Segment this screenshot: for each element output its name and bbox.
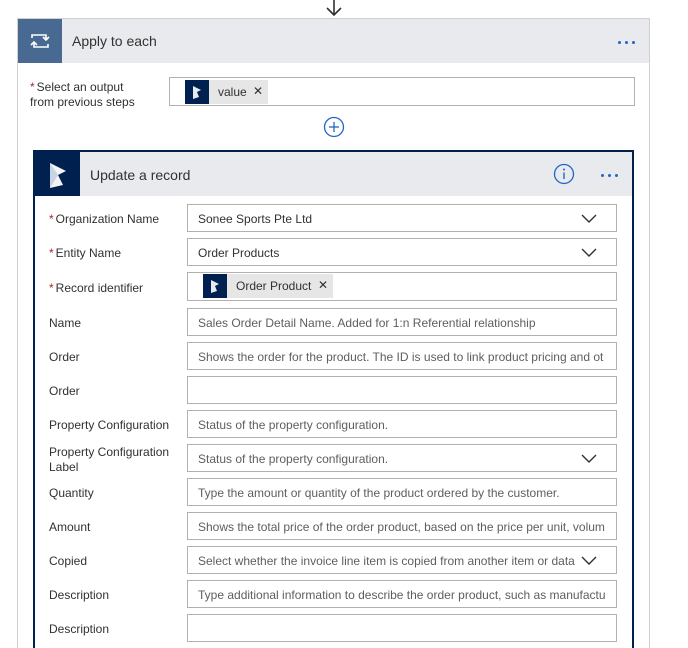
order-type-field[interactable] (187, 376, 617, 404)
more-options-icon[interactable] (601, 174, 622, 177)
chevron-down-icon (581, 454, 597, 463)
close-icon[interactable]: ✕ (253, 84, 263, 98)
description-2-field[interactable] (187, 614, 617, 642)
dynamics-icon (203, 274, 227, 298)
entity-name-label: * Entity Name (49, 246, 122, 260)
value-token[interactable]: value ✕ (185, 80, 268, 104)
down-arrow-icon (326, 0, 342, 17)
amount-label: Amount (49, 520, 91, 534)
order-field[interactable]: Shows the order for the product. The ID … (187, 342, 617, 370)
dynamics-icon (35, 152, 80, 196)
dynamics-icon (185, 80, 209, 104)
description-field[interactable]: Type additional information to describe … (187, 580, 617, 608)
add-step-icon[interactable] (323, 116, 345, 138)
update-record-header[interactable]: Update a record (35, 152, 632, 196)
apply-to-each-header[interactable]: Apply to each (18, 19, 649, 63)
name-field[interactable]: Sales Order Detail Name. Added for 1:n R… (187, 308, 617, 336)
record-identifier-label: * Record identifier (49, 281, 144, 295)
property-configuration-label-dropdown[interactable]: Status of the property configuration. (187, 444, 617, 472)
more-options-icon[interactable] (618, 41, 639, 44)
amount-field[interactable]: Shows the total price of the order produ… (187, 512, 617, 540)
loop-icon (18, 19, 62, 63)
organization-name-dropdown[interactable]: Sonee Sports Pte Ltd (187, 204, 617, 232)
order-label: Order (49, 350, 80, 364)
property-configuration-field[interactable]: Status of the property configuration. (187, 410, 617, 438)
order-type-label: Order (49, 384, 80, 398)
copied-label: Copied (49, 554, 88, 568)
apply-to-each-title: Apply to each (72, 33, 157, 49)
property-configuration-label-label: Property Configuration Label (49, 445, 170, 474)
copied-dropdown[interactable]: Select whether the invoice line item is … (187, 546, 617, 574)
info-icon[interactable] (553, 163, 575, 185)
organization-name-label: * Organization Name (49, 212, 160, 226)
quantity-field[interactable]: Type the amount or quantity of the produ… (187, 478, 617, 506)
description-2-label: Description (49, 622, 110, 636)
update-record-title: Update a record (90, 167, 191, 183)
output-label: * Select an output from previous steps (30, 80, 135, 109)
chevron-down-icon (581, 248, 597, 257)
property-configuration-label: Property Configuration (49, 418, 170, 432)
close-icon[interactable]: ✕ (318, 278, 328, 292)
output-input[interactable]: value ✕ (169, 77, 635, 106)
quantity-label: Quantity (49, 486, 94, 500)
flow-designer-canvas: Apply to each * Select an output from pre… (0, 0, 688, 648)
description-label: Description (49, 588, 110, 602)
name-label: Name (49, 316, 82, 330)
entity-name-dropdown[interactable]: Order Products (187, 238, 617, 266)
order-product-token[interactable]: Order Product ✕ (203, 274, 333, 298)
record-identifier-input[interactable]: Order Product ✕ (187, 272, 617, 301)
chevron-down-icon (581, 556, 597, 565)
chevron-down-icon (581, 214, 597, 223)
